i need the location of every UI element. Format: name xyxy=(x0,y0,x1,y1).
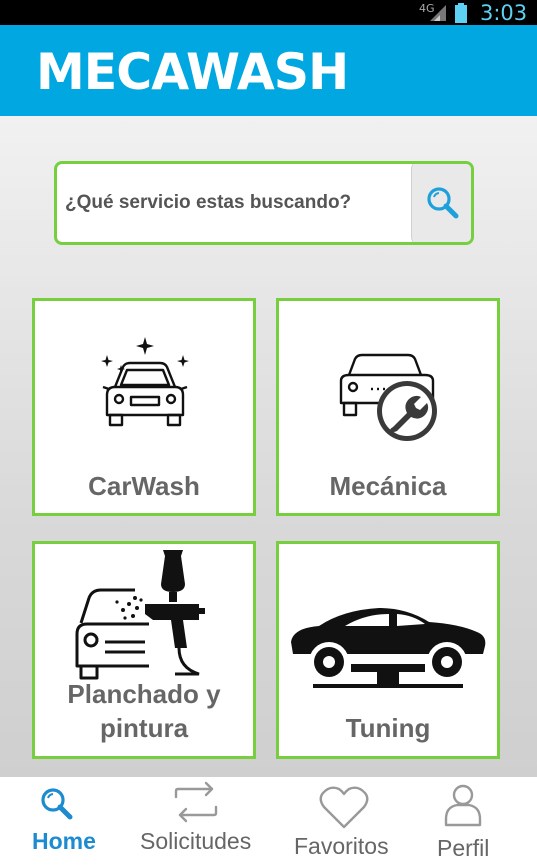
category-label: Planchado y xyxy=(67,679,221,709)
search-icon xyxy=(41,788,73,820)
battery-icon xyxy=(455,3,467,23)
car-wrench-icon xyxy=(339,353,437,441)
status-bar: 4G 3:03 xyxy=(0,0,537,25)
car-lift-icon xyxy=(291,608,486,688)
category-card-mecanica[interactable]: Mecánica xyxy=(276,298,500,516)
nav-item-home[interactable]: Home xyxy=(0,777,130,865)
app-title: MECAWASH xyxy=(36,43,349,101)
swap-arrows-icon xyxy=(174,781,218,823)
category-label: pintura xyxy=(99,713,189,743)
category-label: Mecánica xyxy=(329,471,447,501)
spray-gun-icon xyxy=(75,550,205,680)
search-icon xyxy=(427,187,459,219)
search-button[interactable] xyxy=(411,164,471,242)
nav-item-favoritos[interactable]: Favoritos xyxy=(280,777,410,865)
nav-label: Perfil xyxy=(437,835,490,861)
category-card-tuning[interactable]: Tuning xyxy=(276,541,500,759)
user-icon xyxy=(444,784,482,827)
nav-label: Home xyxy=(32,828,96,854)
nav-item-perfil[interactable]: Perfil xyxy=(420,777,537,865)
clock: 3:03 xyxy=(480,1,528,25)
signal-icon xyxy=(430,5,446,21)
category-label: Tuning xyxy=(345,713,431,743)
bottom-navigation: Home Solicitudes Favoritos Perfil xyxy=(0,777,537,865)
category-label: CarWash xyxy=(88,471,200,501)
app-bar: MECAWASH xyxy=(0,25,537,116)
category-card-carwash[interactable]: CarWash xyxy=(32,298,256,516)
main-content: CarWash Mecánica xyxy=(0,116,537,777)
nav-label: Favoritos xyxy=(294,833,389,859)
search-input[interactable] xyxy=(57,164,417,242)
nav-label: Solicitudes xyxy=(140,828,252,854)
category-card-planchado[interactable]: Planchado y pintura xyxy=(32,541,256,759)
car-wash-icon xyxy=(101,337,189,427)
heart-icon xyxy=(319,786,369,829)
search-bar xyxy=(54,161,474,245)
nav-item-solicitudes[interactable]: Solicitudes xyxy=(130,777,270,865)
